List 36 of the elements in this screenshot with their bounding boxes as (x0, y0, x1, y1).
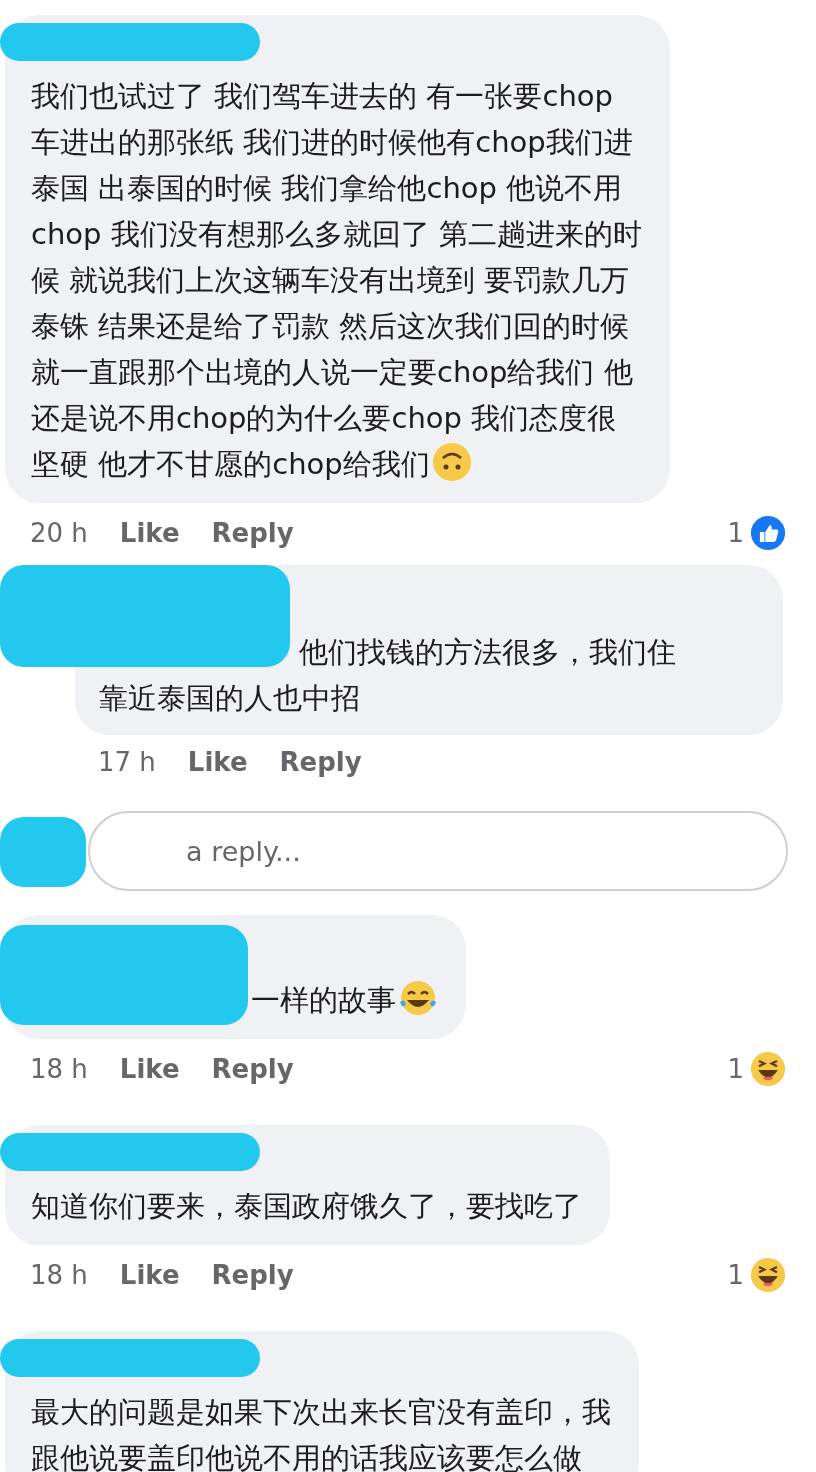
thumbs-up-icon (750, 515, 786, 551)
comment-text-line: 最大的问题是如果下次出来长官没有盖印，我 (31, 1395, 611, 1429)
reply-link[interactable]: Reply (211, 518, 294, 548)
comment-text-line: 跟他说要盖印他说不用的话我应该要怎么做 (31, 1441, 582, 1472)
comment-text-line: 坚硬 他才不甘愿的chop给我们 (31, 447, 430, 481)
like-link[interactable]: Like (119, 1054, 180, 1084)
comment-text-line: 我们也试过了 我们驾车进去的 有一张要chop (31, 79, 613, 113)
reaction-count: 1 (727, 518, 744, 548)
upside-down-smiley-icon (431, 442, 472, 482)
comment-text-line: 就一直跟那个出境的人说一定要chop给我们 他 (31, 355, 633, 389)
comment-text-line: chop 我们没有想那么多就回了 第二趟进来的时 (31, 217, 642, 251)
reaction-count: 1 (727, 1054, 744, 1084)
laughing-face-icon (750, 1051, 786, 1087)
comment-time: 17 h (98, 747, 156, 777)
like-link[interactable]: Like (119, 518, 180, 548)
reply-input-field[interactable]: a reply... (88, 811, 788, 891)
reaction-count: 1 (727, 1260, 744, 1290)
comment-text-line: 一样的故事 (251, 983, 396, 1017)
laughing-tears-icon (398, 978, 438, 1018)
comment-text-line: 泰铢 结果还是给了罚款 然后这次我们回的时候 (31, 309, 630, 343)
comment-time: 20 h (30, 518, 88, 548)
comment-text-line: 他们找钱的方法很多，我们住 (299, 635, 676, 669)
comment-text-line: 候 就说我们上次这辆车没有出境到 要罚款几万 (31, 263, 630, 297)
laughing-face-icon (750, 1257, 786, 1293)
like-link[interactable]: Like (187, 747, 248, 777)
comment-time: 18 h (30, 1054, 88, 1084)
comment-text-line: 车进出的那张纸 我们进的时候他有chop我们进 (31, 125, 633, 159)
comment-text-line: 知道你们要来，泰国政府饿久了，要找吃了 (31, 1189, 582, 1223)
reply-link[interactable]: Reply (211, 1054, 294, 1084)
comment-text-line: 泰国 出泰国的时候 我们拿给他chop 他说不用 (31, 171, 623, 205)
comment-time: 18 h (30, 1260, 88, 1290)
like-link[interactable]: Like (119, 1260, 180, 1290)
reply-link[interactable]: Reply (279, 747, 362, 777)
comment-text-line: 靠近泰国的人也中招 (99, 681, 360, 715)
comment-text-line: 还是说不用chop的为什么要chop 我们态度很 (31, 401, 617, 435)
reply-link[interactable]: Reply (211, 1260, 294, 1290)
